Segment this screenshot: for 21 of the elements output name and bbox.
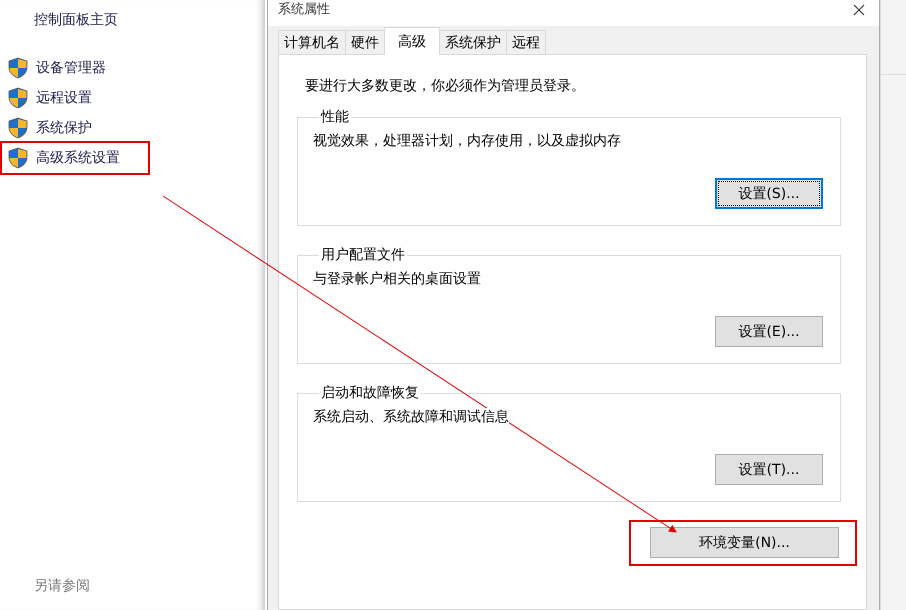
settings-button[interactable]: 设置(E)... [715, 316, 823, 347]
settings-button[interactable]: 设置(S)... [715, 178, 823, 209]
group-title: 性能 [320, 108, 350, 126]
see-also-heading: 另请参阅 [34, 577, 90, 595]
group-description: 系统启动、系统故障和调试信息 [313, 408, 509, 426]
admin-notice: 要进行大多数更改，你必须作为管理员登录。 [305, 77, 586, 95]
group-title: 用户配置文件 [320, 246, 406, 264]
tab[interactable]: 计算机名 [278, 30, 346, 54]
environment-variables-button[interactable]: 环境变量(N)... [650, 527, 839, 558]
sidebar-item[interactable]: 系统保护 [2, 113, 142, 143]
sidebar-item[interactable]: 设备管理器 [2, 53, 142, 83]
group-description: 视觉效果，处理器计划，内存使用，以及虚拟内存 [313, 132, 621, 150]
sidebar-item[interactable]: 远程设置 [2, 83, 142, 113]
window-title: 系统属性 [278, 1, 330, 18]
control-panel-home-link[interactable]: 控制面板主页 [34, 11, 118, 29]
group-description: 与登录帐户相关的桌面设置 [313, 270, 481, 288]
tab[interactable]: 远程 [506, 30, 546, 54]
settings-button[interactable]: 设置(T)... [715, 454, 823, 485]
group-title: 启动和故障恢复 [320, 384, 420, 402]
tab[interactable]: 高级 [384, 27, 440, 55]
sidebar-item[interactable]: 高级系统设置 [2, 143, 148, 173]
